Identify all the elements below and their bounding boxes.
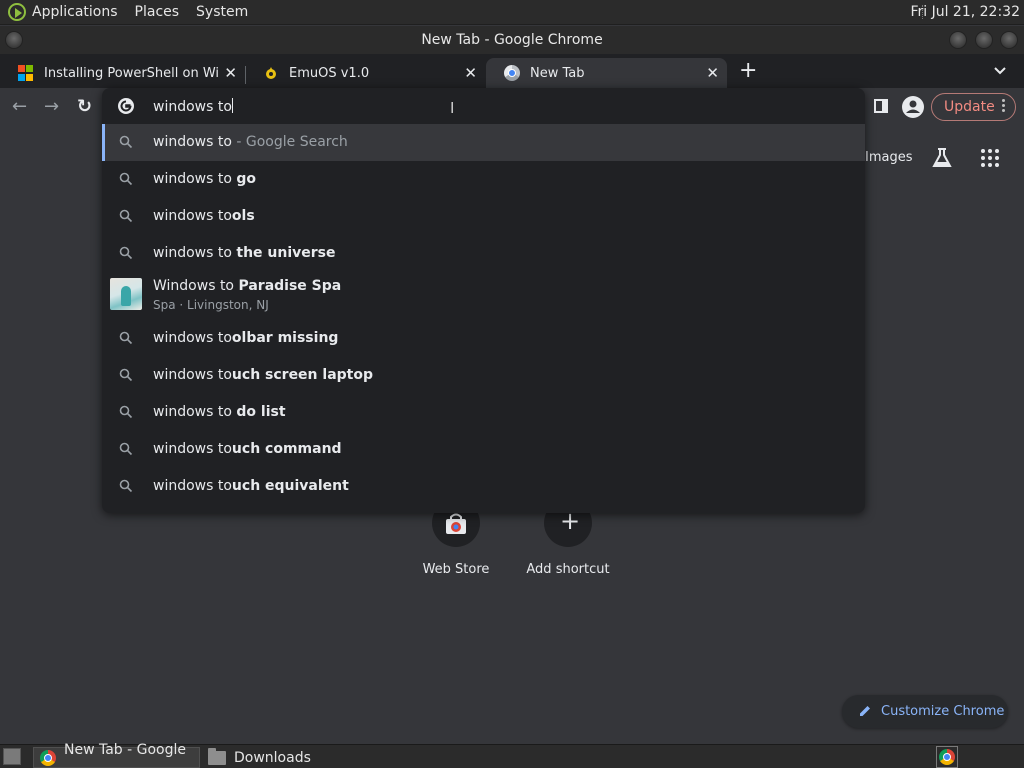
search-icon — [119, 405, 133, 419]
window-menu-button[interactable] — [5, 31, 23, 49]
desktop-taskbar: New Tab - Google ... Downloads — [0, 742, 1024, 768]
tab-title: New Tab — [530, 65, 585, 81]
close-tab-icon[interactable]: ✕ — [706, 64, 719, 82]
more-vert-icon[interactable] — [1002, 99, 1005, 114]
search-icon — [119, 442, 133, 456]
text-cursor-icon: I — [450, 99, 455, 117]
google-g-icon — [118, 98, 134, 114]
close-tab-icon[interactable]: ✕ — [224, 64, 237, 82]
tab-powershell[interactable]: Installing PowerShell on Wind ✕ — [0, 58, 245, 88]
tab-title: EmuOS v1.0 — [289, 65, 370, 81]
desktop-top-panel: Applications Places System Fri Jul 21, 2… — [0, 0, 1024, 25]
tab-search-icon[interactable] — [994, 66, 1006, 76]
search-icon — [119, 479, 133, 493]
window-title: New Tab - Google Chrome — [421, 32, 603, 48]
close-window-button[interactable] — [1000, 31, 1018, 49]
minimize-button[interactable] — [949, 31, 967, 49]
search-icon — [119, 246, 133, 260]
panel-clock[interactable]: Fri Jul 21, 22:32 — [910, 4, 1020, 20]
omnibox-dropdown: windows to I windows to - Google Search … — [102, 88, 865, 513]
suggestion-item[interactable]: windows touch screen laptop — [102, 357, 865, 394]
customize-chrome-button[interactable]: Customize Chrome — [842, 695, 1008, 728]
suggestion-item[interactable]: windows tools — [102, 198, 865, 235]
customize-label: Customize Chrome — [881, 704, 1005, 719]
search-icon — [119, 135, 133, 149]
taskbar-item-downloads[interactable]: Downloads — [202, 747, 342, 768]
search-icon — [119, 209, 133, 223]
search-icon — [119, 172, 133, 186]
chrome-icon — [939, 749, 955, 765]
chrome-favicon-icon — [504, 65, 520, 81]
emuos-favicon-icon — [266, 67, 276, 79]
suggestion-subtitle: Spa · Livingston, NJ — [153, 298, 269, 312]
taskbar-item-label: New Tab - Google ... — [64, 741, 187, 768]
tab-strip: Installing PowerShell on Wind ✕ EmuOS v1… — [0, 54, 1024, 88]
taskbar-item-label: Downloads — [234, 749, 311, 766]
tab-title: Installing PowerShell on Wind — [44, 65, 219, 81]
suggestion-item[interactable]: windows touch equivalent — [102, 468, 865, 505]
suggestion-item[interactable]: windows to go — [102, 161, 865, 198]
suggestion-item-place[interactable]: Windows to Paradise Spa Spa · Livingston… — [102, 272, 865, 316]
profile-avatar-icon[interactable] — [902, 96, 924, 118]
folder-icon — [208, 747, 226, 765]
suggestion-item[interactable]: windows to do list — [102, 394, 865, 431]
menu-applications[interactable]: Applications — [32, 4, 118, 20]
tab-emuos[interactable]: EmuOS v1.0 ✕ — [245, 58, 485, 88]
suggestion-item[interactable]: windows toolbar missing — [102, 320, 865, 357]
web-store-label[interactable]: Web Store — [401, 562, 511, 577]
close-tab-icon[interactable]: ✕ — [464, 64, 477, 82]
images-link[interactable]: Images — [865, 150, 913, 165]
web-store-icon — [446, 513, 466, 534]
omnibox-input-row[interactable]: windows to I — [102, 88, 865, 124]
suggestion-item[interactable]: windows to the universe — [102, 235, 865, 272]
maximize-button[interactable] — [975, 31, 993, 49]
pencil-icon — [860, 706, 870, 716]
forward-button[interactable]: → — [44, 96, 59, 117]
search-icon — [119, 331, 133, 345]
menu-system[interactable]: System — [196, 4, 248, 20]
window-titlebar[interactable]: New Tab - Google Chrome — [0, 26, 1024, 54]
back-button[interactable]: ← — [12, 96, 27, 117]
microsoft-logo-icon — [18, 65, 34, 81]
reload-button[interactable]: ↻ — [77, 96, 92, 117]
omnibox-input[interactable]: windows to — [153, 98, 233, 115]
search-icon — [119, 368, 133, 382]
labs-flask-icon[interactable] — [930, 146, 954, 170]
show-desktop-icon[interactable] — [3, 748, 21, 765]
place-thumbnail — [110, 278, 142, 310]
taskbar-item-chrome[interactable]: New Tab - Google ... — [33, 742, 200, 768]
side-panel-icon[interactable] — [874, 99, 888, 113]
new-tab-button[interactable]: + — [739, 58, 757, 83]
update-label: Update — [944, 99, 995, 115]
google-apps-icon[interactable] — [981, 149, 999, 167]
tab-new-tab[interactable]: New Tab ✕ — [486, 58, 727, 88]
add-shortcut-label[interactable]: Add shortcut — [513, 562, 623, 577]
tray-chrome-icon[interactable] — [936, 746, 958, 768]
suggestion-item[interactable]: windows to - Google Search — [102, 124, 865, 161]
distro-logo-icon[interactable] — [8, 3, 26, 21]
chrome-icon — [40, 749, 56, 766]
suggestion-item[interactable]: windows touch command — [102, 431, 865, 468]
update-button[interactable]: Update — [931, 93, 1016, 121]
menu-places[interactable]: Places — [135, 4, 180, 20]
